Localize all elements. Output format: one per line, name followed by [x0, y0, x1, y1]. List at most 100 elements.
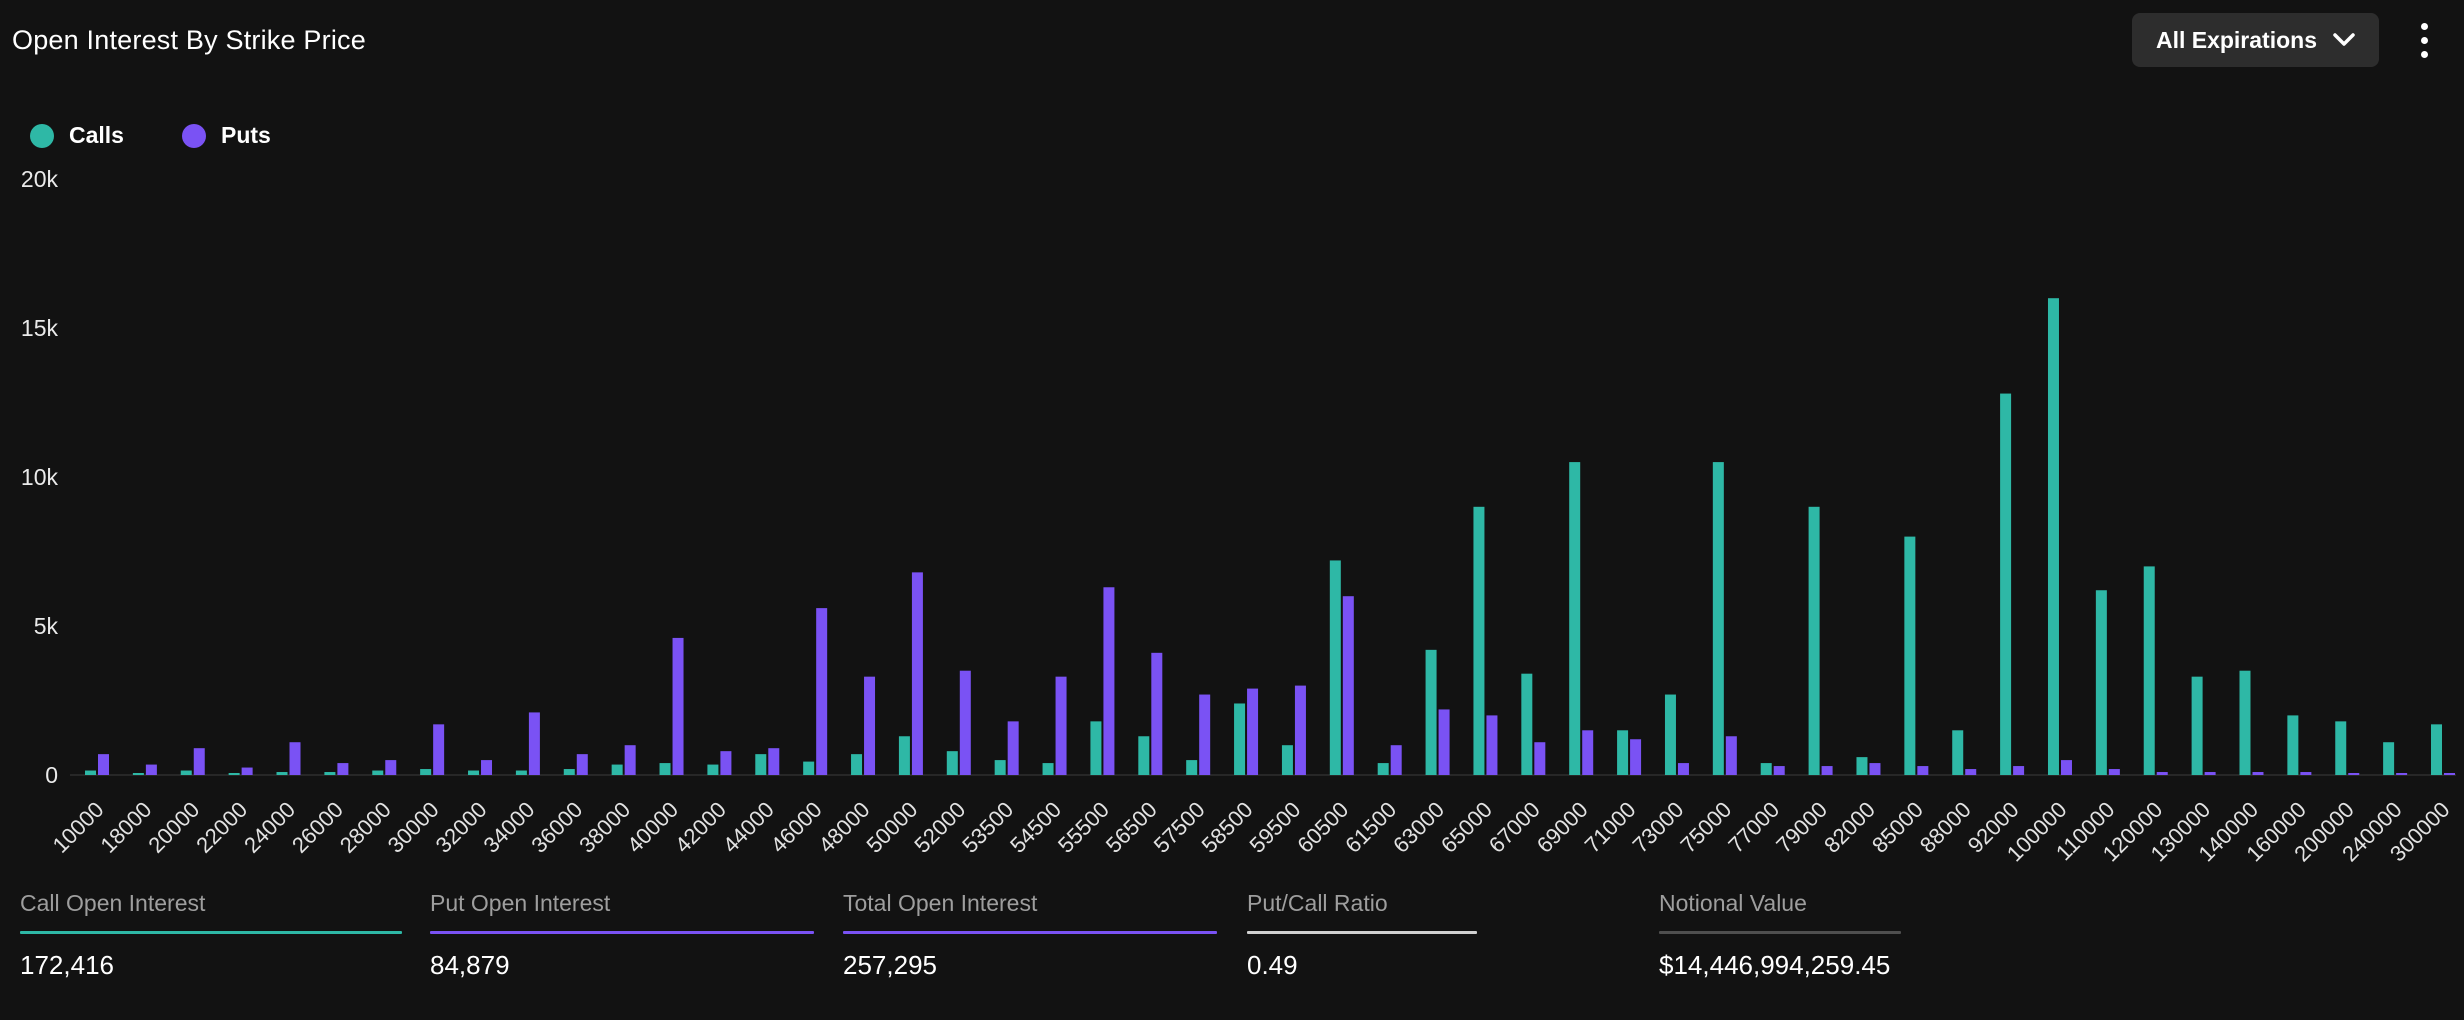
kebab-menu-icon[interactable] — [2411, 13, 2438, 68]
put-bar — [242, 768, 253, 775]
stat-value: 0.49 — [1247, 950, 1659, 981]
call-bar — [1521, 674, 1532, 775]
x-axis-tick: 58500 — [1197, 797, 1258, 858]
call-bar — [372, 771, 383, 775]
stat-value: $14,446,994,259.45 — [1659, 950, 2464, 981]
x-axis-tick: 82000 — [1819, 797, 1880, 858]
put-bar — [1534, 742, 1545, 775]
x-axis-tick: 48000 — [814, 797, 875, 858]
x-axis-tick: 61500 — [1340, 797, 1401, 858]
put-bar — [2300, 772, 2311, 775]
stat-value: 84,879 — [430, 950, 843, 981]
put-bar — [768, 748, 779, 775]
call-bar — [660, 763, 671, 775]
x-axis-tick: 54500 — [1005, 797, 1066, 858]
stat-total-open-interest: Total Open Interest 257,295 — [843, 890, 1247, 981]
call-bar — [1569, 462, 1580, 775]
kebab-dot — [2421, 37, 2428, 44]
x-axis-tick: 18000 — [95, 797, 156, 858]
panel-header: Open Interest By Strike Price All Expira… — [0, 0, 2464, 80]
open-interest-bar-chart: 20k15k10k5k01000018000200002200024000260… — [0, 130, 2464, 890]
call-bar — [1043, 763, 1054, 775]
x-axis-tick: 67000 — [1484, 797, 1545, 858]
stat-notional-value: Notional Value $14,446,994,259.45 — [1659, 890, 2464, 981]
put-bar — [1965, 769, 1976, 775]
call-bar — [2383, 742, 2394, 775]
put-bar — [2109, 769, 2120, 775]
call-bar — [468, 771, 479, 775]
call-bar — [1856, 757, 1867, 775]
expirations-dropdown[interactable]: All Expirations — [2132, 13, 2379, 67]
put-bar — [816, 608, 827, 775]
x-axis-tick: 42000 — [670, 797, 731, 858]
x-axis-tick: 44000 — [718, 797, 779, 858]
x-axis-tick: 50000 — [862, 797, 923, 858]
put-bar — [2205, 772, 2216, 775]
call-bar — [1904, 537, 1915, 775]
x-axis-tick: 28000 — [335, 797, 396, 858]
put-bar — [1151, 653, 1162, 775]
stat-value: 172,416 — [20, 950, 430, 981]
put-bar — [912, 572, 923, 775]
put-bar — [1391, 745, 1402, 775]
call-bar — [995, 760, 1006, 775]
call-bar — [229, 773, 240, 775]
stat-put-open-interest: Put Open Interest 84,879 — [430, 890, 843, 981]
call-bar — [2048, 298, 2059, 775]
put-bar — [529, 712, 540, 775]
y-axis-tick: 10k — [21, 464, 59, 490]
x-axis-tick: 88000 — [1915, 797, 1976, 858]
stat-put-call-ratio: Put/Call Ratio 0.49 — [1247, 890, 1659, 981]
x-axis-tick: 24000 — [239, 797, 300, 858]
call-bar — [1473, 507, 1484, 775]
put-bar — [1917, 766, 1928, 775]
call-bar — [133, 773, 144, 775]
expirations-dropdown-label: All Expirations — [2156, 27, 2317, 54]
stat-underline — [843, 931, 1217, 934]
put-bar — [2013, 766, 2024, 775]
call-bar — [85, 771, 96, 775]
put-bar — [2157, 772, 2168, 775]
stat-label: Put Open Interest — [430, 890, 843, 917]
call-bar — [1138, 736, 1149, 775]
x-axis-tick: 56500 — [1101, 797, 1162, 858]
call-bar — [851, 754, 862, 775]
put-bar — [960, 671, 971, 775]
put-bar — [194, 748, 205, 775]
call-bar — [1426, 650, 1437, 775]
put-bar — [577, 754, 588, 775]
call-bar — [899, 736, 910, 775]
call-bar — [1378, 763, 1389, 775]
y-axis-tick: 0 — [45, 762, 58, 788]
put-bar — [1678, 763, 1689, 775]
put-bar — [1439, 709, 1450, 775]
put-bar — [433, 724, 444, 775]
x-axis-tick: 52000 — [909, 797, 970, 858]
call-bar — [2239, 671, 2250, 775]
put-bar — [1822, 766, 1833, 775]
x-axis-tick: 40000 — [622, 797, 683, 858]
x-axis-tick: 59500 — [1245, 797, 1306, 858]
put-bar — [2061, 760, 2072, 775]
y-axis-tick: 15k — [21, 315, 59, 341]
x-axis-tick: 77000 — [1723, 797, 1784, 858]
put-bar — [1486, 715, 1497, 775]
stat-label: Put/Call Ratio — [1247, 890, 1659, 917]
put-bar — [146, 765, 157, 775]
x-axis-tick: 55500 — [1053, 797, 1114, 858]
kebab-dot — [2421, 51, 2428, 58]
call-bar — [516, 771, 527, 775]
x-axis-tick: 46000 — [766, 797, 827, 858]
stat-underline — [20, 931, 402, 934]
call-bar — [1234, 703, 1245, 775]
x-axis-tick: 32000 — [431, 797, 492, 858]
put-bar — [2348, 773, 2359, 775]
put-bar — [98, 754, 109, 775]
stat-label: Call Open Interest — [20, 890, 430, 917]
put-bar — [1295, 686, 1306, 775]
stat-underline — [1247, 931, 1477, 934]
x-axis-tick: 79000 — [1771, 797, 1832, 858]
call-bar — [803, 762, 814, 775]
call-bar — [2192, 677, 2203, 775]
put-bar — [720, 751, 731, 775]
